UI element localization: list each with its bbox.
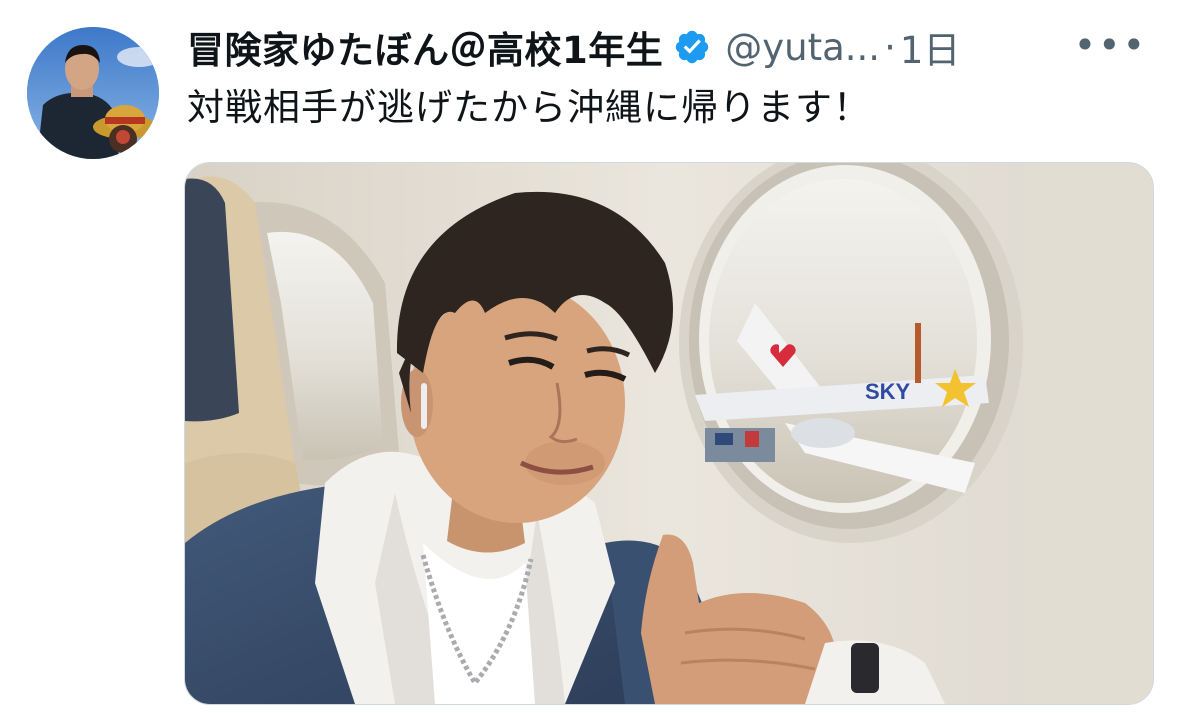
tweet-text: 対戦相手が逃げたから沖縄に帰ります！	[187, 86, 871, 129]
airplane-tail-text: SKY	[865, 379, 911, 404]
photo-image: SKY	[185, 163, 1153, 704]
tweet-timestamp[interactable]: 1日	[900, 20, 961, 74]
tweet-media-photo[interactable]: SKY	[184, 162, 1154, 705]
avatar-image	[27, 27, 159, 159]
author-display-name[interactable]: 冒険家ゆたぼん＠高校1年生	[187, 20, 663, 74]
tweet-header: 冒険家ゆたぼん＠高校1年生 @yuta... · 1日 •••	[187, 20, 1147, 74]
verified-badge-icon	[676, 30, 709, 64]
more-options-icon[interactable]: •••	[1074, 26, 1147, 64]
header-separator: ·	[884, 25, 896, 69]
author-avatar[interactable]	[27, 27, 159, 159]
author-handle[interactable]: @yuta...	[725, 26, 880, 69]
